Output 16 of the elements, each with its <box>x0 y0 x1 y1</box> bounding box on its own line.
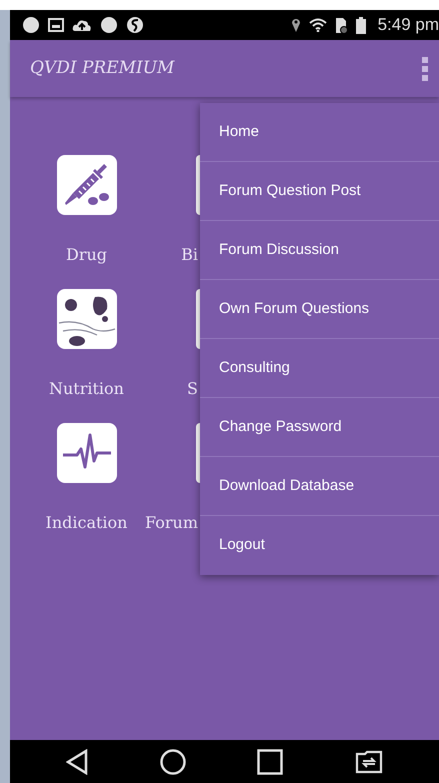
menu-item[interactable]: Forum Question Post <box>200 162 439 221</box>
menu-item[interactable]: Logout <box>200 516 439 575</box>
menu-item[interactable]: Download Database <box>200 457 439 516</box>
tile-label: Indication <box>46 512 128 534</box>
tile-label: Bi <box>181 244 198 266</box>
menu-item[interactable]: Consulting <box>200 339 439 398</box>
tile-label: Drug <box>66 244 108 266</box>
tile-label: S <box>187 378 198 400</box>
menu-item[interactable]: Home <box>200 103 439 162</box>
menu-item[interactable]: Own Forum Questions <box>200 280 439 339</box>
clock-time: 5:49 pm <box>378 14 439 36</box>
menu-item[interactable]: Forum Discussion <box>200 221 439 280</box>
tile-label: Nutrition <box>49 378 124 400</box>
app-title: QVDI PREMIUM <box>30 56 174 80</box>
menu-item[interactable]: Change Password <box>200 398 439 457</box>
tile-label: Forum <box>145 512 198 534</box>
